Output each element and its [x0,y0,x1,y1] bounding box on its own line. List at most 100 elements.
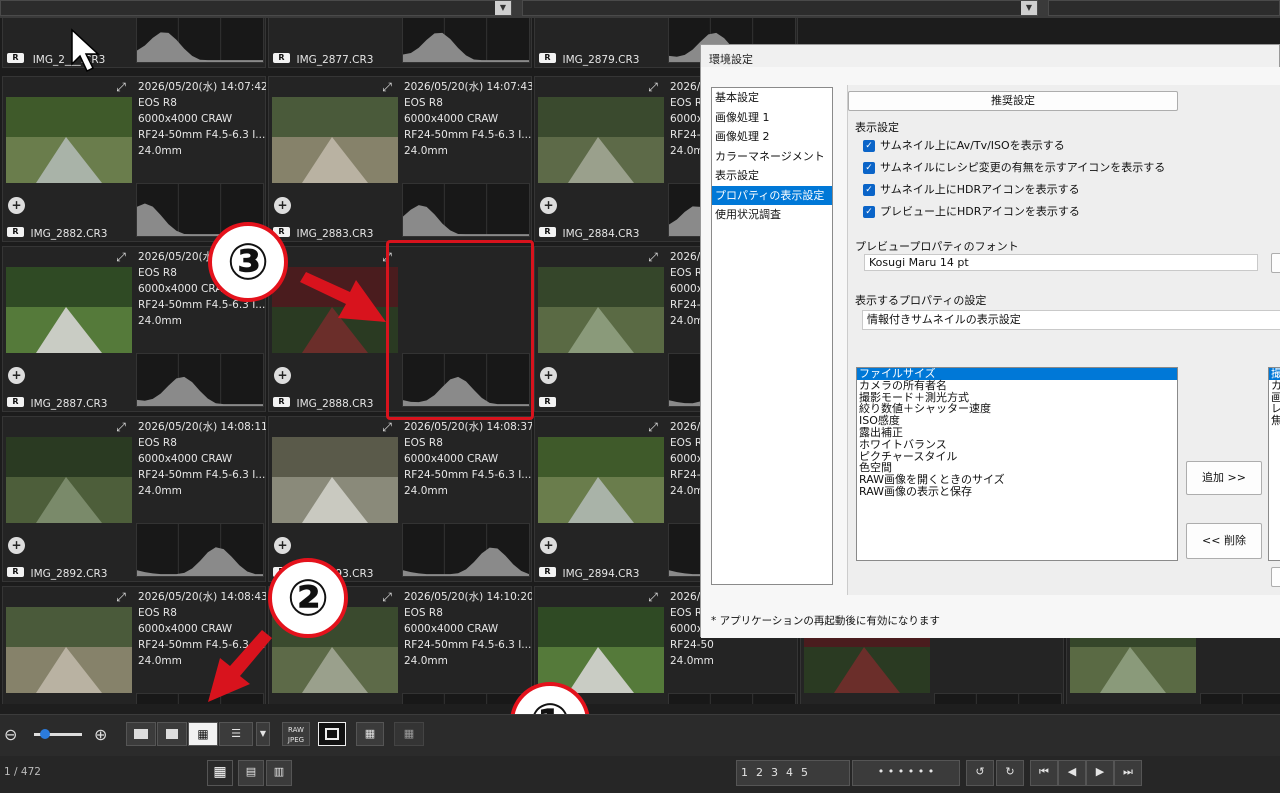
checkbox-show-recipe-icon[interactable]: ✓ サムネイルにレシピ変更の有無を示すアイコンを表示する [863,159,1165,175]
settings-category-item[interactable]: 使用状況調査 [712,205,832,225]
chevron-down-icon[interactable]: ▼ [495,1,511,15]
settings-category-item[interactable]: 表示設定 [712,166,832,186]
add-property-button[interactable]: 追加 >> [1186,461,1262,495]
zoom-icon[interactable]: ⤢ [645,420,661,434]
thumbnail-image[interactable] [6,607,132,693]
filmstrip-view-button[interactable] [318,722,346,746]
selected-property-item[interactable]: カ [1269,379,1280,392]
rotate-left-icon: ↺ [975,765,985,778]
thumbnail-image[interactable] [538,607,664,693]
selected-property-item[interactable]: 焦 [1269,415,1280,427]
rotate-right-button[interactable]: ↻ [996,760,1024,786]
chevron-down-icon[interactable]: ▼ [1021,1,1037,15]
thumbnail-image[interactable] [272,437,398,523]
zoom-icon[interactable]: ⤢ [645,80,661,94]
multi-view-button[interactable]: ▦ [394,722,424,746]
settings-category-item[interactable]: 画像処理 1 [712,108,832,128]
star-rating-group[interactable]: 12345 [736,760,850,786]
property-list-item[interactable]: 露出補正 [857,427,1177,439]
star-rating-2[interactable]: 2 [756,766,763,779]
settings-category-item[interactable]: 基本設定 [712,88,832,108]
zoom-in-icon[interactable]: ⊕ [94,725,107,744]
filter-select-3[interactable] [1048,0,1280,16]
property-list-item[interactable]: ISO感度 [857,415,1177,427]
property-list-item[interactable]: 絞り数値＋シャッター速度 [857,403,1177,415]
thumbnail-image[interactable] [6,97,132,183]
star-rating-3[interactable]: 3 [771,766,778,779]
recommend-settings-button[interactable]: 推奨設定 [848,91,1178,111]
thumbnail-cell[interactable]: 2026/05/20(水) 14:08:11 EOS R8 6000x4000 CR… [2,416,266,582]
view-large-thumb-button[interactable] [126,722,156,746]
layout-grid-button[interactable]: ▦ [207,760,233,786]
layout-horizontal-button[interactable]: ▤ [238,760,264,786]
available-properties-list[interactable]: ファイルサイズ カメラの所有者名 撮影モード＋測光方式 絞り数値＋シャッター速度 ISO… [856,367,1178,561]
zoom-icon[interactable]: ⤢ [379,590,395,604]
property-list-item[interactable]: ピクチャースタイル [857,450,1177,463]
settings-category-list[interactable]: 基本設定 画像処理 1 画像処理 2 カラーマネージメント 表示設定 プロパティの表示設定… [711,87,833,585]
thumbnail-cell[interactable]: IMG_2___.CR3 R [2,18,266,68]
zoom-icon[interactable]: ⤢ [113,80,129,94]
thumbnail-cell[interactable]: 2026/05/20(水) 14:08:43 EOS R8 6000x4000 CR… [2,586,266,704]
thumbnail-cell[interactable]: IMG_2877.CR3 R [268,18,532,68]
medium-thumb-icon [166,729,178,739]
compare-view-button[interactable]: ▦ [356,722,384,746]
star-rating-5[interactable]: 5 [801,766,808,779]
zoom-icon[interactable]: ⤢ [379,80,395,94]
zoom-icon[interactable]: ⤢ [113,420,129,434]
next-image-button[interactable]: ▶ [1086,760,1114,786]
thumbnail-cell[interactable]: 2026/05/20(水) 14:07:42 EOS R8 6000x4000 CR… [2,76,266,242]
checkbox-checked-icon[interactable]: ✓ [863,140,875,152]
props-target-combo[interactable]: 情報付きサムネイルの表示設定 [862,310,1280,330]
star-rating-1[interactable]: 1 [741,766,748,779]
thumbnail-image[interactable] [538,437,664,523]
checkbox-show-av-tv-iso[interactable]: ✓ サムネイル上にAv/Tv/ISOを表示する [863,137,1065,153]
first-image-button[interactable]: ⏮ [1030,760,1058,786]
zoom-icon[interactable]: ⤢ [645,590,661,604]
move-button[interactable] [1271,567,1280,587]
last-image-button[interactable]: ⏭ [1114,760,1142,786]
thumbnail-image[interactable] [272,267,398,353]
filter-select-2[interactable]: ▼ [522,0,1038,16]
layout-vertical-button[interactable]: ▥ [266,760,292,786]
view-list-button[interactable]: ☰ [219,722,253,746]
font-select-button[interactable] [1271,253,1280,273]
zoom-icon[interactable]: ⤢ [113,250,129,264]
checkbox-checked-icon[interactable]: ✓ [863,184,875,196]
settings-category-item[interactable]: 画像処理 2 [712,127,832,147]
raw-jpeg-toggle[interactable]: RAW JPEG [282,722,310,746]
zoom-icon[interactable]: ⤢ [645,250,661,264]
preview-font-field[interactable]: Kosugi Maru 14 pt [864,254,1258,271]
thumbnail-image[interactable] [6,267,132,353]
info-size: 6000x4000 CRAW [138,113,233,125]
settings-category-item[interactable]: カラーマネージメント [712,147,832,167]
thumbnail-image[interactable] [272,97,398,183]
zoom-out-icon[interactable]: ⊖ [4,725,17,744]
color-label-group[interactable]: • • • • • • [852,760,960,786]
prev-image-button[interactable]: ◀ [1058,760,1086,786]
zoom-icon[interactable]: ⤢ [113,590,129,604]
rotate-left-button[interactable]: ↺ [966,760,994,786]
view-medium-thumb-button[interactable] [157,722,187,746]
remove-property-button[interactable]: << 削除 [1186,523,1262,559]
checkbox-checked-icon[interactable]: ✓ [863,206,875,218]
view-dropdown-button[interactable]: ▼ [256,722,270,746]
thumbnail-size-slider[interactable] [34,729,82,739]
thumbnail-image[interactable] [538,97,664,183]
filter-select-1[interactable]: ▼ [0,0,512,16]
horizontal-layout-icon: ▤ [245,765,257,778]
checkbox-show-hdr-preview[interactable]: ✓ プレビュー上にHDRアイコンを表示する [863,203,1080,219]
property-list-item[interactable]: RAW画像の表示と保存 [857,486,1177,498]
checkbox-checked-icon[interactable]: ✓ [863,162,875,174]
thumbnail-image[interactable] [538,267,664,353]
star-rating-4[interactable]: 4 [786,766,793,779]
selected-properties-list[interactable]: 撮カ画レ焦 [1268,367,1280,561]
thumbnail-image[interactable] [6,437,132,523]
checkbox-show-hdr-thumb[interactable]: ✓ サムネイル上にHDRアイコンを表示する [863,181,1080,197]
property-list-item[interactable]: カメラの所有者名 [857,379,1177,392]
thumbnail-cell[interactable]: 2026/05/20(水) 14:07:43 EOS R8 6000x4000 CR… [268,76,532,242]
property-list-item[interactable]: ホワイトバランス [857,438,1177,451]
zoom-icon[interactable]: ⤢ [379,420,395,434]
view-info-thumb-button[interactable]: ▦ [188,722,218,746]
slider-knob[interactable] [40,729,50,739]
settings-category-item[interactable]: プロパティの表示設定 [712,185,832,205]
